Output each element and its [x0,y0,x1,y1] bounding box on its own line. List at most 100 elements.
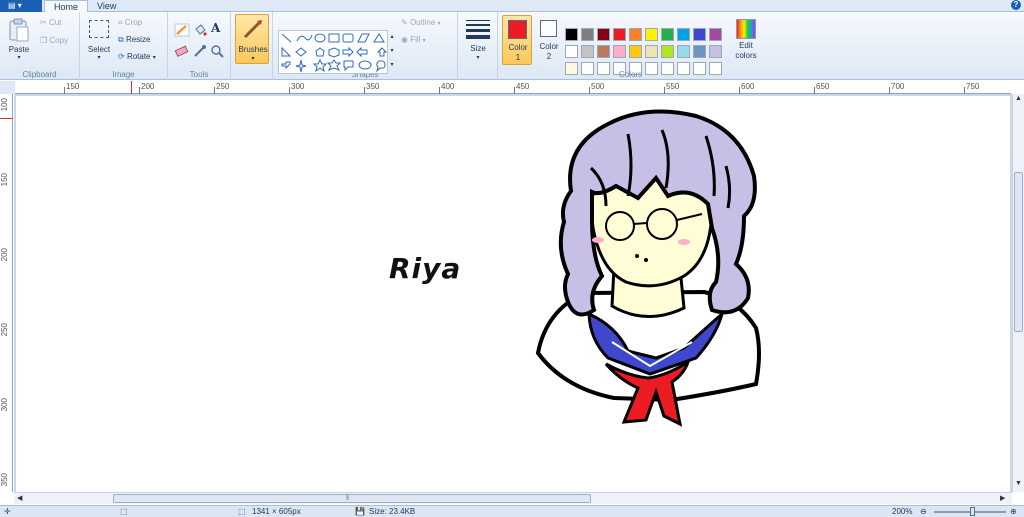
ruler-tick [514,87,515,94]
ruler-tick-label: 300 [0,398,9,412]
clipboard-group-label: Clipboard [22,70,57,79]
resize-label: Resize [125,35,151,44]
tools-group-label: Tools [189,70,209,79]
drawing-canvas[interactable]: Riya [16,96,1010,492]
ruler-tick [739,87,740,94]
ruler-tick-label: 650 [816,82,830,91]
shapes-gallery[interactable] [278,30,388,74]
cursor-position-icon: ✛ [4,507,11,516]
resize-icon: ⧉ [118,35,124,44]
select-label: Select [87,45,111,54]
paste-button[interactable]: Paste ▾ [4,16,34,64]
colors-group-label: Colors [618,70,643,79]
status-bar: ✛ ⬚ ⬚ 1341 × 605px 💾 Size: 23.4KB 200% ⊖… [0,505,1024,517]
vertical-scroll-thumb[interactable] [1014,172,1023,332]
scroll-down-icon[interactable]: ▼ [1015,480,1022,487]
file-size-icon: 💾 [355,507,365,516]
text-tool-icon[interactable]: A [211,21,220,35]
size-button[interactable]: Size ▾ [464,18,492,64]
ruler-tick-label: 350 [366,82,380,91]
fill-bucket-icon[interactable] [192,23,208,37]
zoom-in-icon[interactable]: ⊕ [1010,507,1017,516]
eraser-icon[interactable] [174,44,190,58]
paste-icon [9,18,29,42]
outline-icon: ✎ [401,18,408,27]
zoom-level: 200% [892,507,913,516]
ruler-tick-label: 200 [0,248,9,262]
image-group-label: Image [112,70,135,79]
shapes-gallery-icons [281,33,388,73]
scroll-left-icon[interactable]: ◀ [17,494,22,502]
select-button[interactable]: Select ▾ [84,16,114,64]
pencil-icon[interactable] [174,23,190,37]
rotate-label: Rotate [126,52,151,61]
shapes-scroll[interactable]: ▴ ▾ ▾ [388,30,396,74]
brushes-label: Brushes [238,45,268,54]
zoom-slider[interactable] [934,507,1006,516]
line-width-icon [466,20,490,39]
chevron-down-icon: ▾ [476,55,480,61]
zoom-out-icon[interactable]: ⊖ [920,507,927,516]
color-picker-icon[interactable] [192,44,208,58]
ruler-tick [139,87,140,94]
ruler-tick-label: 200 [141,82,155,91]
horizontal-scroll-thumb[interactable]: ⦀ [113,494,591,503]
ruler-tick-label: 550 [666,82,680,91]
ruler-tick [589,87,590,94]
chevron-down-icon: ▾ [251,56,255,62]
zoom-slider-thumb[interactable] [970,507,975,516]
crop-icon: ⌗ [118,18,123,27]
image-dimensions: 1341 × 605px [252,507,301,516]
clipboard-group: Paste ▾ ✂ Cut ❐ Copy Clipboard [0,12,80,80]
copy-button[interactable]: ❐ Copy [40,36,68,45]
size-group: Size ▾ [458,12,498,80]
cut-button[interactable]: ✂ Cut [40,18,61,27]
copy-icon: ❐ [40,36,48,45]
ruler-tick [814,87,815,94]
ruler-tick-label: 250 [0,323,9,337]
edit-colors-label: Edit colors [735,41,757,60]
horizontal-ruler: 150 200 250 300 350 400 450 500 550 600 650 700 750 [15,81,1011,94]
fill-label: Fill [410,35,421,44]
chevron-down-icon: ▾ [17,55,21,61]
brushes-button[interactable]: Brushes ▾ [235,14,269,64]
selection-size-icon: ⬚ [120,507,128,516]
tools-group: A Tools [168,12,231,80]
ruler-tick-label: 600 [741,82,755,91]
magnifier-icon[interactable] [210,44,226,58]
cut-label: Cut [48,18,62,27]
ruler-tick-label: 350 [0,473,9,487]
ribbon-tab-bar: ▤ ▾ Home View ? [0,0,1024,13]
rotate-button[interactable]: ⟳ Rotate ▾ [118,52,156,61]
ruler-tick-label: 250 [216,82,230,91]
paint-menu-button[interactable]: ▤ ▾ [0,0,42,12]
ruler-tick-label: 700 [891,82,905,91]
scroll-right-icon[interactable]: ▶ [1000,494,1005,502]
help-icon[interactable]: ? [1011,0,1021,10]
crop-label: Crop [124,18,143,27]
ruler-tick-label: 300 [291,82,305,91]
vertical-scrollbar[interactable]: ▲ ▼ [1012,94,1024,492]
ruler-tick [214,87,215,94]
chevron-down-icon: ▾ [422,38,426,44]
outline-button[interactable]: ✎ Outline ▾ [401,18,441,27]
resize-button[interactable]: ⧉ Resize [118,35,150,45]
select-icon [89,20,109,38]
scissors-icon: ✂ [40,18,47,27]
edit-colors-button[interactable]: Edit colors [730,15,762,65]
anime-girl-drawing [535,109,761,427]
size-label: Size [470,44,486,53]
rotate-icon: ⟳ [118,52,125,61]
chevron-down-icon: ▾ [437,21,441,27]
ruler-tick-label: 150 [66,82,80,91]
ruler-cursor-marker [131,81,132,94]
ruler-tick [364,87,365,94]
fill-button[interactable]: ◉ Fill ▾ [401,35,426,44]
outline-label: Outline [409,18,436,27]
tab-view[interactable]: View [88,0,125,12]
horizontal-scrollbar[interactable]: ◀ ⦀ ▶ [14,492,1012,504]
ruler-tick-label: 150 [0,173,9,187]
scroll-up-icon[interactable]: ▲ [1015,95,1022,102]
fill-icon: ◉ [401,35,408,44]
crop-button[interactable]: ⌗ Crop [118,18,142,28]
